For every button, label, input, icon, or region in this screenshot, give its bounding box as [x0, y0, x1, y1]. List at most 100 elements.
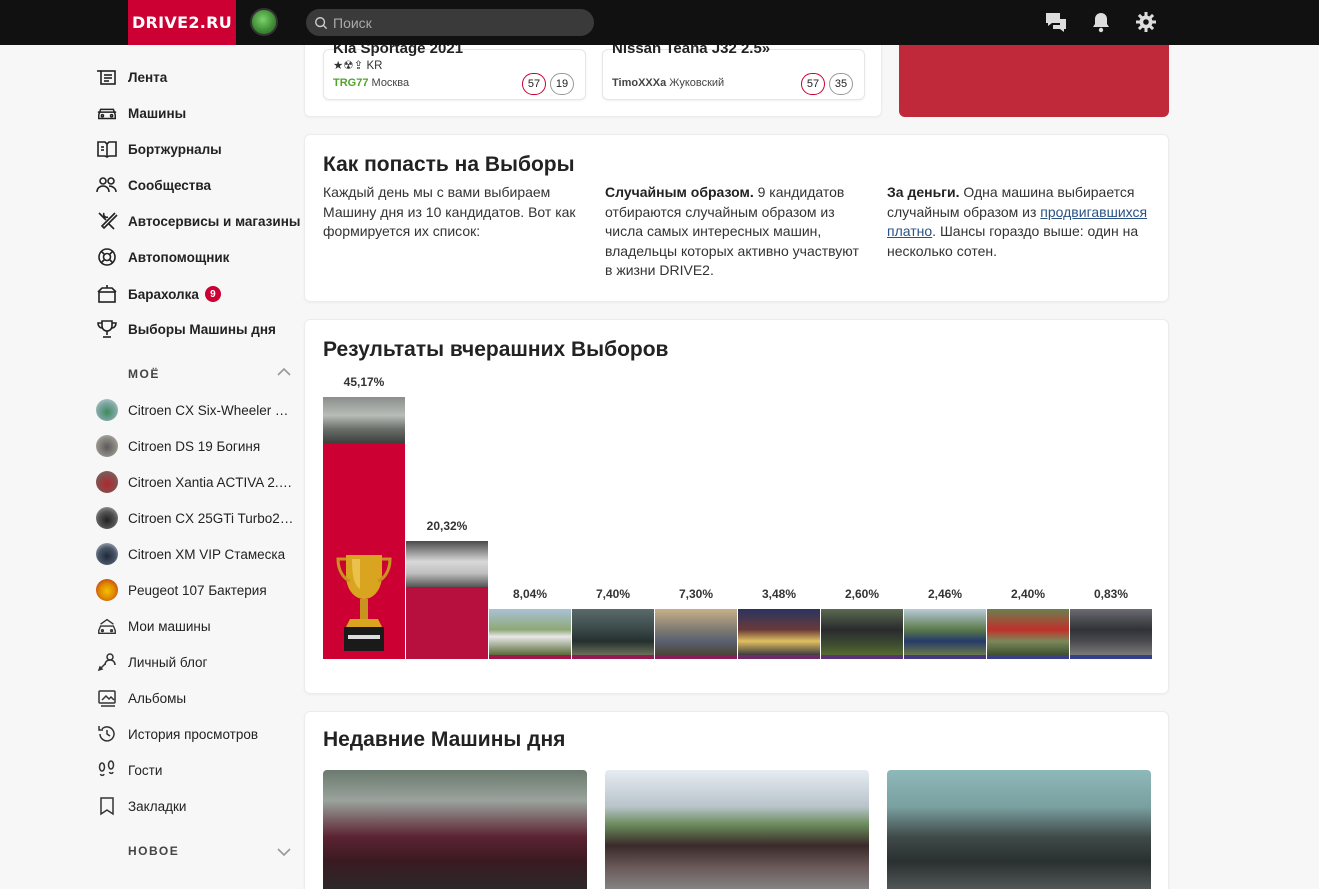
comments-count: 19 [550, 73, 574, 95]
chevron-down-icon[interactable] [276, 847, 292, 857]
result-car-photo[interactable] [904, 609, 986, 655]
car-thumbnail [96, 579, 118, 601]
car-thumbnail [96, 507, 118, 529]
album-icon [96, 687, 118, 709]
car-icon [96, 102, 118, 124]
result-percent: 7,40% [595, 587, 631, 601]
result-bar[interactable]: 2,46% [904, 587, 986, 659]
my-car-item[interactable]: Citroen CX 25GTi Turbo2 Prestige [96, 506, 296, 530]
avatar[interactable] [250, 8, 278, 36]
result-car-photo[interactable] [1070, 609, 1152, 655]
lifebuoy-icon [96, 246, 118, 268]
sidebar-item-cars[interactable]: Машины [96, 101, 186, 125]
bell-icon[interactable] [1089, 10, 1113, 34]
result-bar-fill [489, 655, 571, 659]
result-bar-fill [904, 655, 986, 659]
result-car-photo[interactable] [489, 609, 571, 655]
recent-car-photo[interactable] [887, 770, 1151, 889]
result-bar[interactable]: 2,40% [987, 587, 1069, 659]
sidebar-item-label: Лента [128, 69, 168, 85]
footprints-icon [96, 759, 118, 781]
candidate-card[interactable]: Kia Sportage 2021 ★☢⇪ KR TRG77 Москва 57… [323, 40, 586, 100]
result-bar[interactable]: 20,32% [406, 519, 488, 659]
sidebar-item-feed[interactable]: Лента [96, 65, 167, 89]
candidate-card[interactable]: Nissan Teana J32 2.5» TimoXXXa Жуковский… [602, 40, 865, 100]
my-car-item[interactable]: Citroen Xantia ACTIVA 2.0 Turbo [96, 470, 296, 494]
sidebar-item-label: Машины [128, 105, 187, 121]
flag-icons: ★☢⇪ [333, 60, 367, 72]
result-car-photo[interactable] [655, 609, 737, 655]
sidebar-item-services[interactable]: Автосервисы и магазины [96, 209, 300, 233]
result-percent: 2,60% [844, 587, 880, 601]
result-bar[interactable]: 45,17% [323, 375, 405, 659]
result-bar[interactable]: 8,04% [489, 587, 571, 659]
messages-icon[interactable] [1044, 10, 1068, 34]
result-car-photo[interactable] [323, 397, 405, 443]
result-percent: 45,17% [343, 375, 385, 389]
result-bar-fill [655, 655, 737, 659]
result-car-photo[interactable] [406, 541, 488, 587]
my-car-item[interactable]: Citroen CX Six-Wheeler Tissier 3.0 NG [96, 398, 296, 422]
sidebar-item-my-cars[interactable]: Мои машины [96, 614, 211, 638]
sidebar-item-market[interactable]: Барахолка 9 [96, 282, 221, 306]
result-car-photo[interactable] [572, 609, 654, 655]
result-car-photo[interactable] [987, 609, 1069, 655]
sidebar-item-history[interactable]: История просмотров [96, 722, 258, 746]
market-badge: 9 [204, 286, 221, 302]
result-bar-fill [406, 587, 488, 659]
car-thumbnail [96, 543, 118, 565]
search-box[interactable] [306, 9, 594, 36]
votes-count: 57 [801, 73, 825, 95]
blog-icon [96, 651, 118, 673]
sidebar-item-label: Выборы Машины дня [128, 321, 276, 337]
recent-card: Недавние Машины дня [304, 711, 1169, 889]
candidate-author[interactable]: TRG77 Москва [333, 77, 409, 89]
result-bar[interactable]: 0,83% [1070, 587, 1152, 659]
result-bar[interactable]: 3,48% [738, 587, 820, 659]
result-percent: 3,48% [761, 587, 797, 601]
result-bar[interactable]: 7,40% [572, 587, 654, 659]
sidebar-item-label: Автосервисы и магазины [128, 213, 301, 229]
recent-car-photo[interactable] [605, 770, 869, 889]
sidebar-item-logbooks[interactable]: Бортжурналы [96, 137, 222, 161]
result-bar-fill [738, 655, 820, 659]
tools-icon [96, 210, 118, 232]
sidebar-item-albums[interactable]: Альбомы [96, 686, 186, 710]
result-bar-fill [821, 655, 903, 659]
top-bar: DRIVE2.RU [0, 0, 1319, 45]
feed-icon [96, 66, 118, 88]
my-car-item[interactable]: Peugeot 107 Бактерия [96, 578, 267, 602]
chevron-up-icon[interactable] [276, 367, 292, 377]
votes-count: 57 [522, 73, 546, 95]
comments-count: 35 [829, 73, 853, 95]
search-icon [315, 16, 328, 29]
sidebar-item-bookmarks[interactable]: Закладки [96, 794, 186, 818]
results-card: Результаты вчерашних Выборов 45,17% 20,32… [304, 319, 1169, 694]
car-thumbnail [96, 435, 118, 457]
sidebar-item-label: Автопомощник [128, 249, 230, 265]
sidebar-item-assistant[interactable]: Автопомощник [96, 245, 229, 269]
result-percent: 0,83% [1093, 587, 1129, 601]
sidebar-item-elections[interactable]: Выборы Машины дня [96, 317, 276, 341]
sidebar-item-blog[interactable]: Личный блог [96, 650, 207, 674]
my-car-item[interactable]: Citroen DS 19 Богиня [96, 434, 260, 458]
result-bar[interactable]: 2,60% [821, 587, 903, 659]
result-percent: 2,46% [927, 587, 963, 601]
sidebar-item-label: Барахолка [128, 286, 199, 302]
my-car-item[interactable]: Citroen XM VIP Стамеска [96, 542, 285, 566]
result-percent: 2,40% [1010, 587, 1046, 601]
market-icon [96, 283, 118, 305]
candidate-author[interactable]: TimoXXXa Жуковский [612, 77, 724, 89]
trophy-icon [336, 555, 392, 651]
sidebar-item-guests[interactable]: Гости [96, 758, 162, 782]
candidate-meta: ★☢⇪ KR [333, 60, 383, 72]
sidebar-item-communities[interactable]: Сообщества [96, 173, 211, 197]
gear-icon[interactable] [1134, 10, 1158, 34]
result-bar[interactable]: 7,30% [655, 587, 737, 659]
result-car-photo[interactable] [821, 609, 903, 655]
recent-car-photo[interactable] [323, 770, 587, 889]
result-car-photo[interactable] [738, 609, 820, 655]
search-input[interactable] [333, 14, 573, 31]
sidebar-item-label: Сообщества [128, 177, 212, 193]
logo[interactable]: DRIVE2.RU [128, 0, 236, 45]
